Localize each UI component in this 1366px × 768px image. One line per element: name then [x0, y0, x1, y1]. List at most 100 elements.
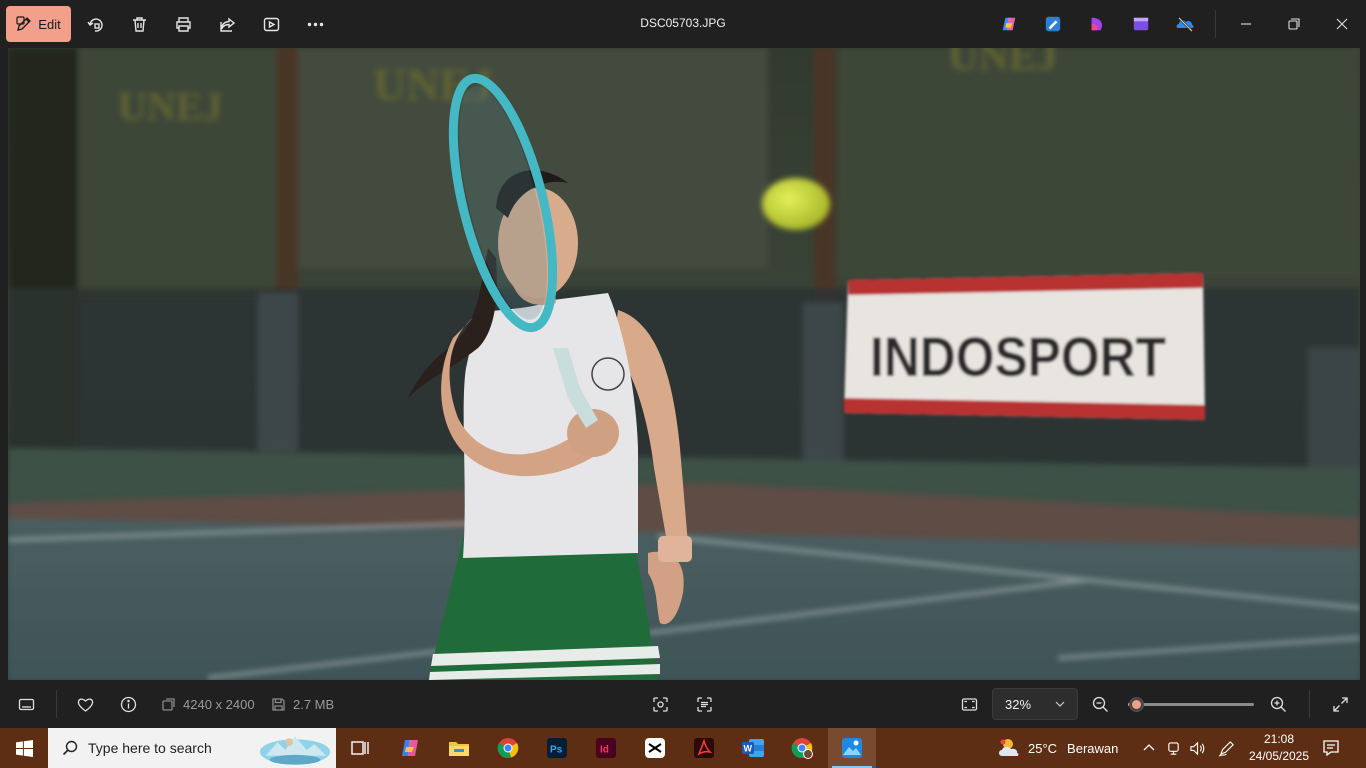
delete-button[interactable]: [123, 8, 155, 40]
acrobat-pdf-icon: [694, 738, 714, 758]
image-file-size: 2.7 MB: [272, 697, 334, 712]
task-view-icon: [351, 741, 369, 755]
search-icon: [62, 740, 78, 756]
weather-description: Berawan: [1067, 740, 1119, 756]
windows-logo-icon: [15, 739, 33, 757]
edit-pencil-icon: [16, 16, 32, 31]
search-placeholder: Type here to search: [88, 740, 212, 756]
file-name-title: DSC05703.JPG: [640, 16, 726, 30]
toolbar-separator: [1215, 10, 1216, 38]
system-tray: [1142, 728, 1235, 768]
zoom-slider-thumb[interactable]: [1128, 697, 1144, 712]
chevron-up-icon[interactable]: [1142, 741, 1156, 755]
meet-now-camera-icon[interactable]: [1166, 741, 1181, 756]
scan-text-button[interactable]: [688, 688, 720, 720]
svg-text:W: W: [744, 744, 753, 754]
curtain-text-right: UNEJ: [948, 48, 1058, 80]
filmstrip-button[interactable]: [10, 688, 42, 720]
word-icon: W: [742, 739, 764, 757]
print-button[interactable]: [167, 8, 199, 40]
heart-icon: [77, 698, 93, 712]
taskbar-indesign[interactable]: Id: [582, 728, 630, 768]
info-icon: [120, 696, 136, 712]
dimensions-text: 4240 x 2400: [183, 697, 255, 712]
full-screen-button[interactable]: [1324, 688, 1356, 720]
clapperboard-icon: [1133, 17, 1149, 31]
photos-app-window: Edit DSC05703.JPG UNEJ UNEJ UNEJ INDOSPO…: [0, 0, 1366, 768]
share-button[interactable]: [211, 8, 243, 40]
scan-focus-icon: [652, 696, 668, 712]
minimize-button[interactable]: [1222, 0, 1270, 48]
zoom-in-button[interactable]: [1262, 688, 1294, 720]
svg-text:Id: Id: [600, 745, 609, 756]
taskbar-photoshop[interactable]: Ps: [533, 728, 581, 768]
image-dimensions: 4240 x 2400: [162, 697, 255, 712]
taskbar-clock[interactable]: 21:08 24/05/2025: [1246, 731, 1312, 765]
search-highlight-illustration-icon: [259, 736, 331, 765]
rotate-icon: [86, 17, 103, 32]
taskbar-capcut[interactable]: [631, 728, 679, 768]
notification-center-button[interactable]: [1322, 728, 1340, 768]
zoom-level-dropdown[interactable]: 32%: [992, 688, 1078, 720]
restore-button[interactable]: [1270, 0, 1318, 48]
taskbar-chrome[interactable]: [484, 728, 532, 768]
photo-canvas[interactable]: UNEJ UNEJ UNEJ INDOSPORT: [8, 48, 1360, 680]
edit-button[interactable]: Edit: [6, 6, 71, 42]
bottom-toolbar: 4240 x 2400 2.7 MB 32%: [0, 680, 1366, 728]
designer-icon: [1091, 17, 1102, 31]
visual-search-button[interactable]: [644, 688, 676, 720]
zoom-in-icon: [1270, 696, 1286, 712]
clipchamp-button[interactable]: [1130, 13, 1152, 35]
zoom-out-button[interactable]: [1084, 688, 1116, 720]
zoom-slider-track[interactable]: [1128, 703, 1254, 706]
zoom-out-icon: [1092, 696, 1108, 712]
onedrive-cloud-icon: [1176, 17, 1194, 32]
taskbar-chrome-profile[interactable]: [778, 728, 826, 768]
minimize-icon: [1241, 23, 1251, 25]
taskbar-word[interactable]: W: [729, 728, 777, 768]
scan-text-icon: [696, 696, 712, 712]
edit-button-label: Edit: [38, 16, 61, 32]
chevron-down-icon: [1055, 701, 1065, 707]
photos-app-icon: [842, 738, 862, 758]
share-icon: [219, 17, 235, 32]
weather-widget[interactable]: 25°C Berawan: [996, 728, 1118, 768]
chrome-icon: [497, 738, 519, 759]
rotate-button[interactable]: [79, 8, 111, 40]
onedrive-button[interactable]: [1174, 13, 1196, 35]
fit-to-window-button[interactable]: [953, 688, 985, 720]
designer-button[interactable]: [1086, 13, 1108, 35]
clock-time: 21:08: [1263, 732, 1295, 746]
save-disk-icon: [272, 698, 285, 711]
file-size-text: 2.7 MB: [293, 697, 335, 712]
bottom-separator: [56, 690, 57, 718]
image-size-icon: [162, 698, 175, 711]
taskbar-acrobat[interactable]: [680, 728, 728, 768]
photo-editor-button[interactable]: [1042, 13, 1064, 35]
taskbar-copilot[interactable]: [386, 728, 434, 768]
picture-edit-icon: [1045, 16, 1061, 32]
pen-ink-workspace-icon[interactable]: [1218, 740, 1235, 757]
slideshow-button[interactable]: [255, 8, 287, 40]
zoom-level-value: 32%: [1005, 696, 1032, 712]
taskbar-file-explorer[interactable]: [435, 728, 483, 768]
partly-cloudy-icon: [999, 739, 1019, 756]
speaker-volume-icon[interactable]: [1189, 741, 1206, 756]
task-view-button[interactable]: [336, 728, 384, 768]
taskbar-photos[interactable]: [828, 728, 876, 768]
copilot-button[interactable]: [998, 13, 1020, 35]
file-info-button[interactable]: [112, 688, 144, 720]
windows-taskbar: Type here to search Ps Id W 25°C Berawan…: [0, 728, 1366, 768]
more-options-button[interactable]: [299, 8, 331, 40]
curtain-text-left: UNEJ: [118, 84, 222, 129]
tennis-photo: UNEJ UNEJ UNEJ INDOSPORT: [8, 48, 1360, 680]
start-button[interactable]: [0, 728, 48, 768]
taskbar-search-box[interactable]: Type here to search: [48, 728, 336, 768]
expand-icon: [1332, 696, 1348, 712]
close-button[interactable]: [1318, 0, 1366, 48]
copilot-icon: [1002, 17, 1016, 31]
favorite-button[interactable]: [69, 688, 101, 720]
photoshop-icon: Ps: [547, 738, 567, 758]
notification-message-icon: [1323, 740, 1339, 757]
capcut-icon: [645, 738, 665, 758]
